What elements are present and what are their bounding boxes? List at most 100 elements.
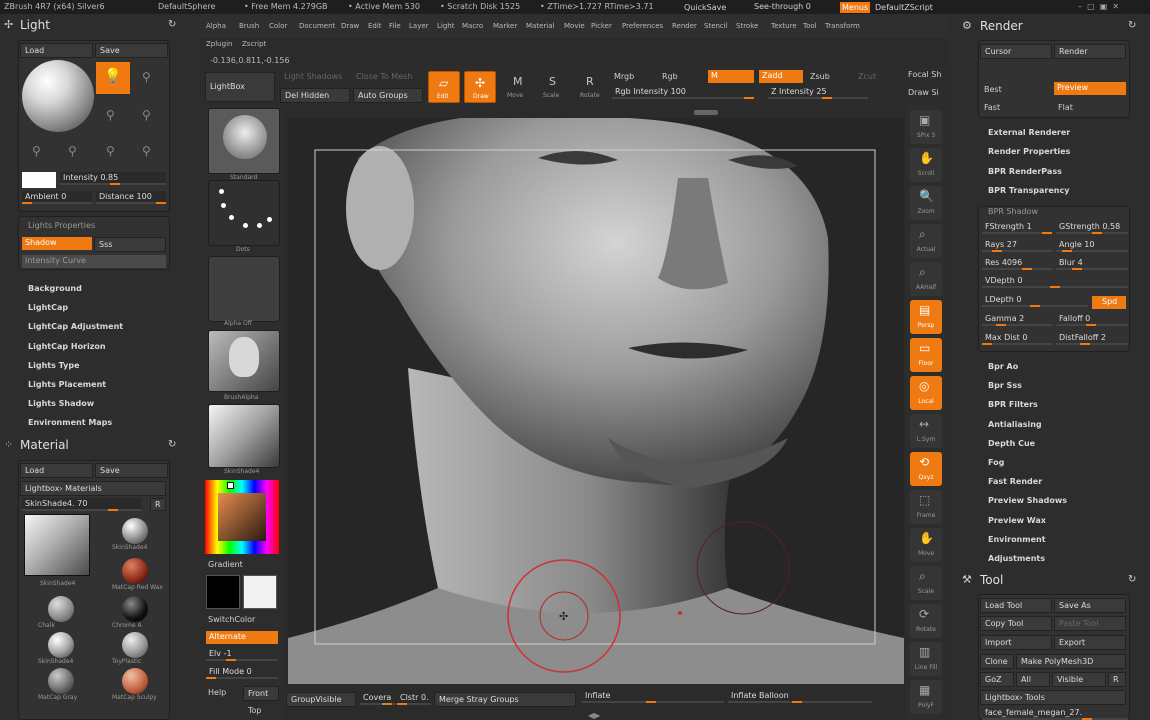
render-item-fast-render[interactable]: Fast Render xyxy=(988,477,1042,486)
zcut-button[interactable]: Zcut xyxy=(858,72,876,81)
goz-all-button[interactable]: All xyxy=(1016,672,1050,687)
light-bulb-2-icon[interactable]: ⚲ xyxy=(142,70,151,84)
menu-movie[interactable]: Movie xyxy=(564,22,585,30)
rays-slider[interactable]: Rays 27 xyxy=(982,239,1052,252)
brush-standard-thumbnail[interactable] xyxy=(208,108,280,174)
render-item-bpr-renderpass[interactable]: BPR RenderPass xyxy=(988,167,1062,176)
shelf-actual-button[interactable]: ⌕ Actual xyxy=(910,224,942,258)
material-sphere-chalk[interactable] xyxy=(48,596,74,622)
bpr-shadow-label[interactable]: BPR Shadow xyxy=(988,207,1038,216)
best-button[interactable]: Best xyxy=(984,85,1002,94)
see-through-slider[interactable]: See-through 0 xyxy=(754,2,811,11)
del-hidden-button[interactable]: Del Hidden xyxy=(280,88,350,103)
inflate-balloon-slider[interactable]: Inflate Balloon xyxy=(728,690,872,703)
render-item-render-properties[interactable]: Render Properties xyxy=(988,147,1070,156)
material-sphere-matcap-red-wax[interactable] xyxy=(122,558,148,584)
goz-visible-button[interactable]: Visible xyxy=(1052,672,1106,687)
menu-zplugin[interactable]: Zplugin xyxy=(206,40,232,48)
material-close-icon[interactable]: ↻ xyxy=(168,439,176,450)
menu-brush[interactable]: Brush xyxy=(239,22,259,30)
window-controls[interactable]: – ▢ ▣ ✕ xyxy=(1078,2,1148,12)
rotate-button[interactable]: R Rotate xyxy=(574,71,606,103)
z-intensity-slider[interactable]: Z Intensity 25 xyxy=(768,86,868,99)
light-shadows[interactable]: Light Shadows xyxy=(284,72,342,81)
max-dist-slider[interactable]: Max Dist 0 xyxy=(982,332,1052,345)
light-save-button[interactable]: Save xyxy=(95,43,168,58)
menu-tool[interactable]: Tool xyxy=(803,22,817,30)
gradient-label[interactable]: Gradient xyxy=(208,560,243,569)
menu-light[interactable]: Light xyxy=(437,22,454,30)
export-button[interactable]: Export xyxy=(1054,635,1126,650)
menu-render[interactable]: Render xyxy=(672,22,697,30)
light-item-lightcap-adjustment[interactable]: LightCap Adjustment xyxy=(28,322,123,331)
paste-tool-button[interactable]: Paste Tool xyxy=(1054,616,1126,631)
clstr-slider[interactable]: Clstr 0. xyxy=(397,692,431,705)
material-sphere-chrome-a[interactable] xyxy=(122,596,148,622)
brush-alpha-thumbnail[interactable] xyxy=(208,330,280,392)
stroke-dots-thumbnail[interactable] xyxy=(208,180,280,246)
res-slider[interactable]: Res 4096 xyxy=(982,257,1052,270)
menu-texture[interactable]: Texture xyxy=(771,22,797,30)
color-picker-square[interactable] xyxy=(218,493,266,541)
shelf-local-button[interactable]: ◎ Local xyxy=(910,376,942,410)
material-sphere-matcap-gray[interactable] xyxy=(48,668,74,694)
menu-material[interactable]: Material xyxy=(526,22,554,30)
menu-picker[interactable]: Picker xyxy=(591,22,612,30)
light-bulb-5-icon[interactable]: ⚲ xyxy=(32,144,41,158)
render-item-fog[interactable]: Fog xyxy=(988,458,1004,467)
copy-tool-button[interactable]: Copy Tool xyxy=(980,616,1052,631)
skinshade-slider[interactable]: SkinShade4. 70 xyxy=(22,498,142,511)
lightbox-materials-button[interactable]: Lightbox› Materials xyxy=(20,481,166,496)
import-button[interactable]: Import xyxy=(980,635,1052,650)
light-bulb-4-icon[interactable]: ⚲ xyxy=(142,108,151,122)
menu-layer[interactable]: Layer xyxy=(409,22,429,30)
ambient-slider[interactable]: Ambient 0 xyxy=(22,191,92,204)
close-to-mesh[interactable]: Close To Mesh xyxy=(356,72,412,81)
rgb-button[interactable]: Rgb xyxy=(662,72,678,81)
document-canvas[interactable]: ✣ xyxy=(288,118,904,684)
menu-transform[interactable]: Transform xyxy=(825,22,860,30)
shelf-move-button[interactable]: ✋ Move xyxy=(910,528,942,562)
load-tool-button[interactable]: Load Tool xyxy=(980,598,1052,613)
sculpt-viewport[interactable]: ✣ xyxy=(288,118,904,684)
falloff-slider[interactable]: Falloff 0 xyxy=(1056,313,1128,326)
goz-button[interactable]: GoZ xyxy=(980,672,1014,687)
gstrength-slider[interactable]: GStrength 0.58 xyxy=(1056,221,1128,234)
zsub-button[interactable]: Zsub xyxy=(810,72,830,81)
save-as-button[interactable]: Save As xyxy=(1054,598,1126,613)
shelf-rotate-button[interactable]: ⟳ Rotate xyxy=(910,604,942,638)
color-picker[interactable] xyxy=(205,480,279,554)
elv-slider[interactable]: Elv -1 xyxy=(206,648,278,661)
menu-marker[interactable]: Marker xyxy=(493,22,517,30)
light-item-lights-type[interactable]: Lights Type xyxy=(28,361,80,370)
light-color-swatch[interactable] xyxy=(22,172,56,188)
material-palette-title[interactable]: Material xyxy=(20,438,69,452)
lightbox-tools-button[interactable]: Lightbox› Tools xyxy=(980,690,1126,705)
menu-preferences[interactable]: Preferences xyxy=(622,22,663,30)
help-button[interactable]: Help xyxy=(208,688,226,697)
alternate-button[interactable]: Alternate xyxy=(206,631,278,644)
material-load-button[interactable]: Load xyxy=(20,463,93,478)
render-item-depth-cue[interactable]: Depth Cue xyxy=(988,439,1035,448)
make-polymesh-button[interactable]: Make PolyMesh3D xyxy=(1016,654,1126,669)
scale-button[interactable]: S Scale xyxy=(537,71,569,103)
light-bulb-8-icon[interactable]: ⚲ xyxy=(142,144,151,158)
render-item-preview-wax[interactable]: Preview Wax xyxy=(988,516,1046,525)
light-load-button[interactable]: Load xyxy=(20,43,93,58)
dist-falloff-slider[interactable]: DistFalloff 2 xyxy=(1056,332,1128,345)
clone-button[interactable]: Clone xyxy=(980,654,1014,669)
render-palette-title[interactable]: Render xyxy=(980,19,1023,33)
zadd-button[interactable]: Zadd xyxy=(759,70,803,83)
render-item-antialiasing[interactable]: Antialiasing xyxy=(988,420,1042,429)
render-item-external-renderer[interactable]: External Renderer xyxy=(988,128,1070,137)
angle-slider[interactable]: Angle 10 xyxy=(1056,239,1128,252)
material-sphere-matcap-sculpy[interactable] xyxy=(122,668,148,694)
menu-color[interactable]: Color xyxy=(269,22,287,30)
edit-button[interactable]: ▱ Edit xyxy=(428,71,460,103)
light-item-lightcap-horizon[interactable]: LightCap Horizon xyxy=(28,342,106,351)
light-palette-title[interactable]: Light xyxy=(20,18,50,32)
shelf-spix-3-button[interactable]: ▣ SPix 3 xyxy=(910,110,942,144)
shelf-qxyz-button[interactable]: ⟲ Qxyz xyxy=(910,452,942,486)
vdepth-slider[interactable]: VDepth 0 xyxy=(982,275,1128,288)
render-item-preview-shadows[interactable]: Preview Shadows xyxy=(988,496,1067,505)
